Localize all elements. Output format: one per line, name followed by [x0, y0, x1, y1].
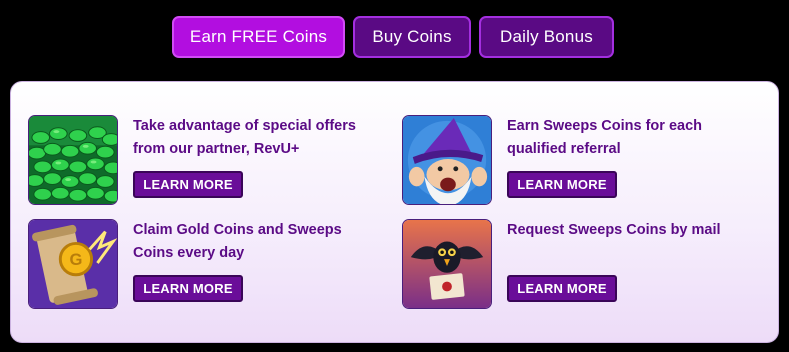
offers-panel: Take advantage of special offers from ou… — [10, 81, 779, 343]
scroll-coin-icon: G — [28, 219, 118, 309]
offer-card-revu: Take advantage of special offers from ou… — [28, 115, 373, 205]
learn-more-button[interactable]: LEARN MORE — [133, 275, 243, 302]
offer-description: Claim Gold Coins and Sweeps Coins every … — [133, 222, 342, 261]
offer-description: Earn Sweeps Coins for each qualified ref… — [507, 118, 703, 157]
offer-card-daily: G Claim Gold Coins and Sweeps Coins ever… — [28, 219, 373, 309]
learn-more-button[interactable]: LEARN MORE — [507, 275, 617, 302]
green-coins-icon — [28, 115, 118, 205]
tab-daily-bonus[interactable]: Daily Bonus — [479, 16, 614, 58]
offer-card-mail: Request Sweeps Coins by mail LEARN MORE — [402, 219, 747, 309]
learn-more-button[interactable]: LEARN MORE — [133, 171, 243, 198]
offer-card-referral: Earn Sweeps Coins for each qualified ref… — [402, 115, 747, 205]
offer-description: Take advantage of special offers from ou… — [133, 118, 356, 157]
wizard-icon — [402, 115, 492, 205]
svg-text:G: G — [69, 250, 82, 269]
tab-bar: Earn FREE Coins Buy Coins Daily Bonus — [172, 16, 614, 58]
offer-description: Request Sweeps Coins by mail — [507, 222, 721, 238]
tab-buy-coins[interactable]: Buy Coins — [353, 16, 471, 58]
learn-more-button[interactable]: LEARN MORE — [507, 171, 617, 198]
crow-letter-icon — [402, 219, 492, 309]
tab-earn-free-coins[interactable]: Earn FREE Coins — [172, 16, 345, 58]
